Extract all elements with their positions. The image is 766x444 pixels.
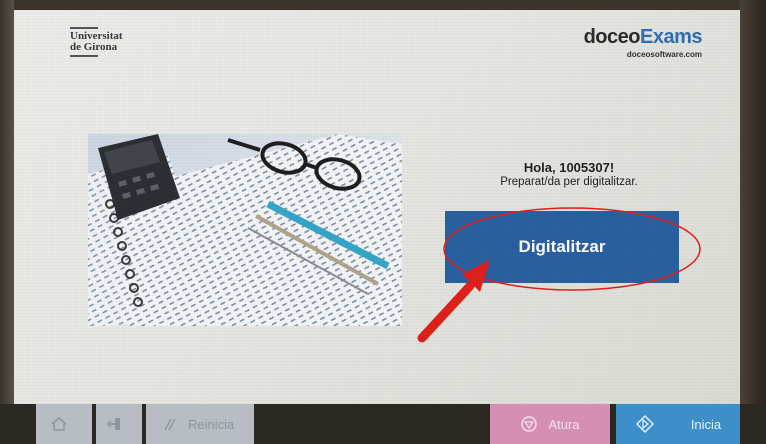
- doceo-logo: doceoExams doceosoftware.com: [583, 26, 703, 59]
- university-logo-line2: de Girona: [70, 41, 118, 53]
- device-bezel-left: [0, 0, 14, 444]
- stop-icon: [521, 416, 538, 432]
- touch-screen: Universitat de Girona doceoExams doceoso…: [14, 10, 740, 404]
- reset-button[interactable]: Reinicia: [146, 404, 254, 444]
- home-button[interactable]: [36, 404, 92, 444]
- device-bezel-top: [0, 0, 766, 10]
- stop-button[interactable]: Atura: [490, 404, 610, 444]
- scan-button[interactable]: Digitalitzar: [445, 211, 679, 283]
- brand-url: doceosoftware.com: [626, 50, 702, 59]
- stop-label: Atura: [548, 416, 580, 432]
- exam-sheets-photo: [88, 134, 402, 326]
- reset-label: Reinicia: [188, 416, 235, 432]
- device-bezel-right: [740, 0, 766, 444]
- start-button[interactable]: Inicia: [616, 404, 740, 444]
- status-text: Preparat/da per digitalitzar.: [500, 176, 638, 188]
- university-logo: Universitat de Girona: [70, 26, 123, 57]
- exit-icon: [106, 418, 120, 430]
- brand-suffix: Exams: [640, 26, 703, 48]
- start-icon: [635, 415, 654, 433]
- greeting-text: Hola, 1005307!: [523, 160, 615, 175]
- brand-prefix: doceo: [583, 26, 641, 48]
- greeting-panel: Hola, 1005307! Preparat/da per digitalit…: [452, 160, 686, 188]
- exit-button[interactable]: [96, 404, 142, 444]
- start-label: Inicia: [690, 416, 722, 432]
- slash-icon: [164, 418, 176, 431]
- home-icon: [51, 417, 67, 431]
